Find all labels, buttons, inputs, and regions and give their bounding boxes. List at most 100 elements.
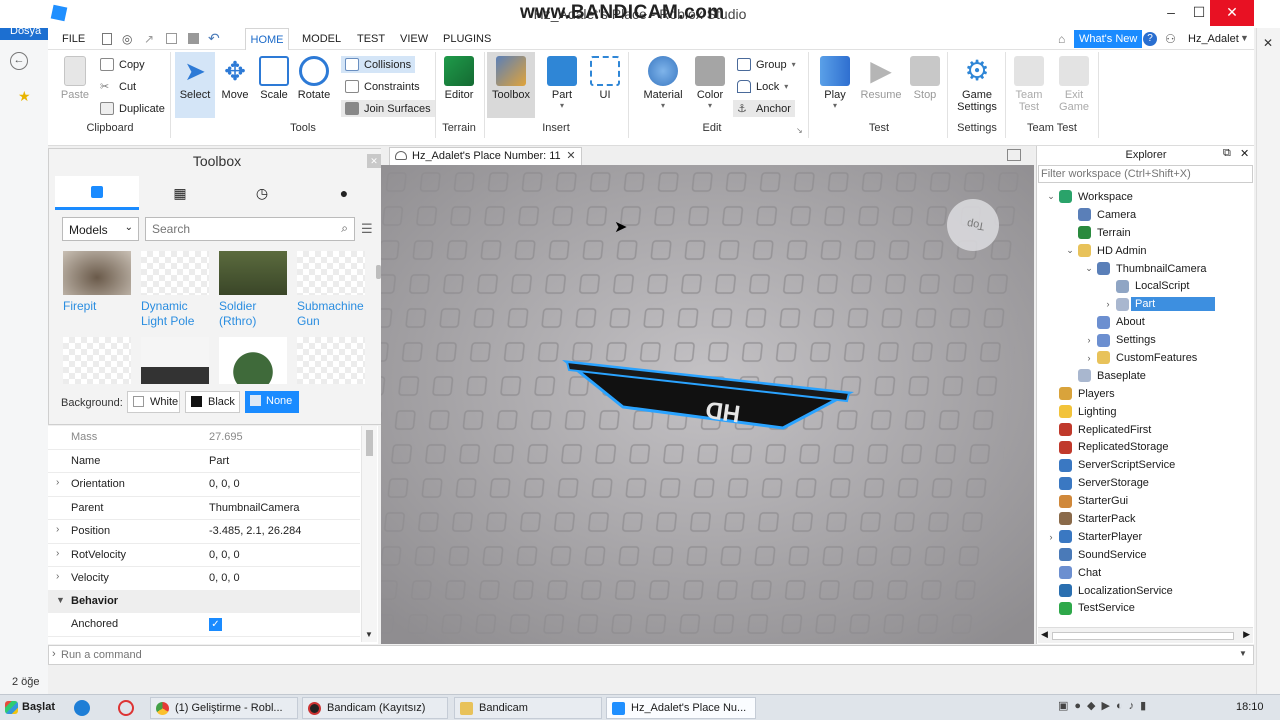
tab-model[interactable]: MODEL (302, 28, 341, 50)
3d-viewport[interactable]: HD Top ➤ (381, 165, 1034, 644)
select-button[interactable]: ➤ Select (175, 52, 215, 118)
taskbar-item-bandicam[interactable]: Bandicam (454, 697, 602, 719)
game-settings-button[interactable]: ⚙ Game Settings (953, 56, 1001, 114)
terrain-editor-button[interactable]: Editor (439, 56, 479, 101)
collisions-toggle[interactable]: Collisions (341, 56, 416, 73)
close-icon[interactable]: ✕ (1210, 0, 1254, 26)
tree-item[interactable]: ServerScriptService (1037, 456, 1255, 474)
firepit-thumbnail[interactable] (63, 251, 131, 295)
command-input[interactable] (61, 647, 1231, 663)
file-menu[interactable]: FILE (62, 28, 85, 50)
tab-recent[interactable]: ◷ (221, 176, 303, 210)
binoculars-icon[interactable]: ◎ (122, 32, 132, 46)
property-value[interactable]: ThumbnailCamera (209, 502, 299, 514)
new-file-icon[interactable] (102, 33, 112, 45)
tree-item[interactable]: Camera (1037, 206, 1255, 224)
filter-icon[interactable]: ☰ (361, 221, 373, 237)
tree-item[interactable]: ReplicatedFirst (1037, 421, 1255, 439)
resume-button[interactable]: ▶ Resume (857, 56, 905, 102)
publish-icon[interactable] (166, 33, 177, 44)
user-name[interactable]: Hz_Adalet (1188, 33, 1239, 45)
anchor-button[interactable]: ⚓ Anchor (733, 100, 795, 117)
bg-none-button[interactable]: None (245, 391, 299, 413)
tree-item[interactable]: ⌄ Workspace (1037, 188, 1255, 206)
scroll-down-icon[interactable]: ▼ (365, 630, 373, 639)
close-tab-icon[interactable]: ✕ (566, 148, 575, 165)
place-tab[interactable]: Hz_Adalet's Place Number: 11 ✕ (389, 147, 582, 165)
color-button[interactable]: Color ▾ (690, 56, 730, 110)
stop-button[interactable]: Stop (905, 56, 945, 101)
chevron-right-icon[interactable]: › (1081, 335, 1097, 345)
back-icon[interactable]: ← (10, 52, 28, 70)
team-test-button[interactable]: Team Test (1010, 56, 1048, 113)
expand-arrow-icon[interactable]: › (56, 548, 59, 559)
property-row[interactable]: › Position -3.485, 2.1, 26.284 (48, 520, 360, 544)
model-thumbnail[interactable] (63, 337, 131, 384)
anchored-checkbox[interactable]: ✓ (209, 618, 222, 631)
item-name[interactable]: Soldier (Rthro) (219, 299, 289, 329)
light-pole-thumbnail[interactable] (141, 251, 209, 295)
part-button[interactable]: Part ▾ (542, 56, 582, 110)
undock-icon[interactable]: ⧉ (1223, 147, 1231, 160)
tree-item[interactable]: Lighting (1037, 403, 1255, 421)
play-button[interactable]: Play ▾ (815, 56, 855, 110)
close-icon[interactable]: ✕ (1240, 147, 1249, 160)
chevron-down-icon[interactable]: ⌄ (1081, 263, 1097, 274)
model-thumbnail[interactable] (141, 337, 209, 384)
item-name[interactable]: Firepit (63, 299, 133, 314)
close-icon[interactable]: ✕ (1263, 36, 1273, 50)
undo-icon[interactable]: ↶ (208, 30, 220, 47)
rotate-button[interactable]: Rotate (294, 56, 334, 101)
property-row[interactable]: › Orientation 0, 0, 0 (48, 473, 360, 497)
tree-item[interactable]: StarterPack (1037, 510, 1255, 528)
search-input[interactable] (152, 219, 332, 239)
collapse-icon[interactable]: ⌂ (1058, 32, 1065, 46)
horizontal-scrollbar[interactable]: ◀ ▶ (1038, 627, 1253, 643)
tab-creations[interactable]: ● (303, 176, 385, 210)
clock[interactable]: 18:10 (1236, 701, 1264, 713)
soldier-thumbnail[interactable] (219, 251, 287, 295)
share-icon[interactable]: ↗ (144, 32, 154, 46)
scrollbar-thumb[interactable] (1052, 632, 1234, 640)
chevron-down-icon[interactable]: ▼ (1239, 649, 1247, 658)
expand-arrow-icon[interactable]: › (56, 571, 59, 582)
tree-item[interactable]: ReplicatedStorage (1037, 438, 1255, 456)
ui-button[interactable]: UI (585, 56, 625, 101)
property-row[interactable]: › RotVelocity 0, 0, 0 (48, 544, 360, 567)
tree-item[interactable]: Chat (1037, 564, 1255, 582)
close-icon[interactable]: ✕ (367, 154, 381, 168)
system-tray-icons[interactable]: ▣●◆▶◐♪▮ (1058, 699, 1228, 717)
item-name[interactable]: Submachine Gun (297, 299, 371, 329)
tree-item[interactable]: About (1037, 313, 1255, 331)
property-row[interactable]: Parent ThumbnailCamera (48, 497, 360, 520)
scroll-left-icon[interactable]: ◀ (1041, 629, 1048, 640)
taskbar-item-studio[interactable]: Hz_Adalet's Place Nu... (606, 697, 756, 719)
property-row[interactable]: Name Part (48, 450, 360, 473)
start-button[interactable]: Başlat (2, 697, 60, 719)
tree-item[interactable]: Baseplate (1037, 367, 1255, 385)
behavior-section[interactable]: ▼ Behavior (48, 590, 360, 613)
stop-square-icon[interactable] (188, 33, 199, 44)
property-row[interactable]: › Velocity 0, 0, 0 (48, 567, 360, 591)
group-button[interactable]: Group ▾ (737, 58, 796, 71)
tab-inventory[interactable]: ▦ (139, 176, 221, 210)
join-surfaces-toggle[interactable]: Join Surfaces (341, 100, 435, 117)
scale-button[interactable]: Scale (254, 56, 294, 101)
search-icon[interactable]: ⌕ (341, 221, 348, 236)
chevron-down-icon[interactable]: ▼ (1240, 33, 1249, 43)
move-button[interactable]: ✥ Move (215, 56, 255, 101)
tree-item[interactable]: ServerStorage (1037, 474, 1255, 492)
tree-item[interactable]: › Settings (1037, 331, 1255, 349)
tab-marketplace[interactable] (55, 176, 139, 210)
chevron-right-icon[interactable]: › (1081, 353, 1097, 363)
tree-item[interactable]: Terrain (1037, 224, 1255, 242)
expand-arrow-icon[interactable]: › (56, 477, 59, 488)
property-value[interactable]: 27.695 (209, 431, 243, 443)
tree-item[interactable]: TestService (1037, 599, 1255, 617)
grenade-thumbnail[interactable] (219, 337, 287, 384)
copy-button[interactable]: Copy (100, 58, 145, 71)
taskbar-item-bandicam-unreg[interactable]: Bandicam (Kayıtsız) (302, 697, 448, 719)
explorer-filter-input[interactable] (1038, 165, 1253, 183)
tree-item[interactable]: StarterGui (1037, 492, 1255, 510)
item-name[interactable]: Dynamic Light Pole (141, 299, 213, 329)
